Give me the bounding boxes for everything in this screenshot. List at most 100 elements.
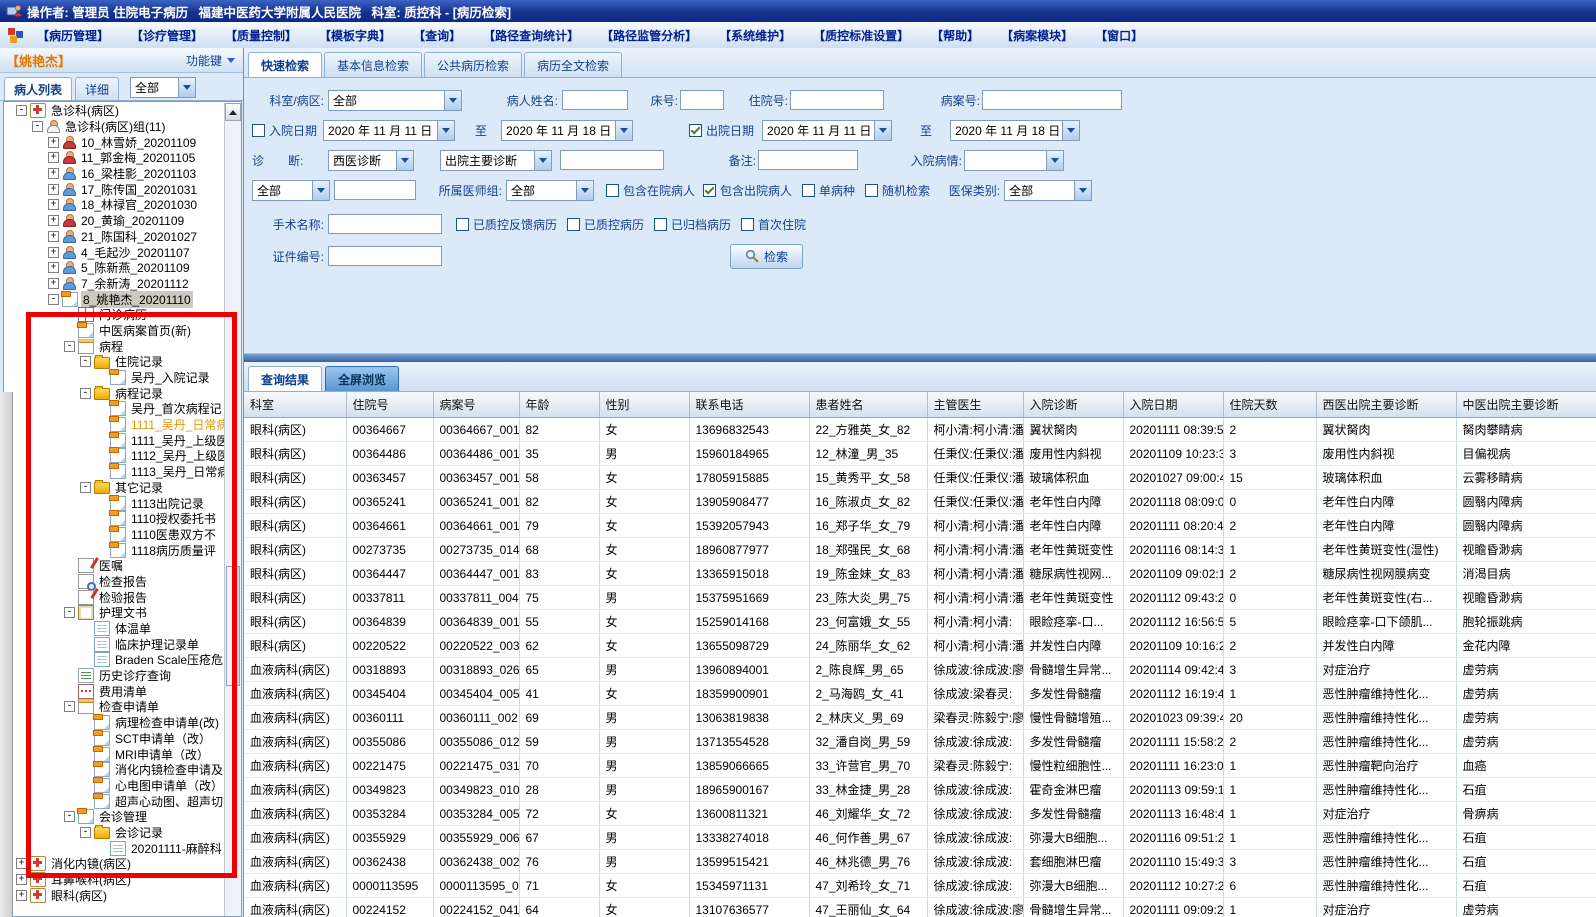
tree-node[interactable]: MRI申请单（改） — [4, 745, 224, 762]
tree-node[interactable]: 检验报告 — [4, 589, 224, 605]
tree-node[interactable]: 临床护理记录单 — [4, 636, 224, 652]
function-key-dropdown[interactable]: 功能键 — [186, 52, 235, 69]
remark-input[interactable] — [758, 150, 858, 170]
tree-node[interactable]: +5_陈新燕_20201109 — [4, 260, 224, 276]
tree-node[interactable]: 超声心动图、超声切 — [4, 792, 224, 809]
chevron-down-icon[interactable] — [874, 120, 892, 140]
tree-node-label[interactable]: 8_姚艳杰_20201110 — [81, 290, 193, 308]
column-header[interactable]: 联系电话 — [689, 392, 810, 418]
tree-node[interactable]: + 眼科(病区) — [4, 887, 224, 903]
column-header[interactable]: 性别 — [599, 392, 690, 418]
row4-text-input[interactable] — [334, 180, 416, 200]
chevron-down-icon[interactable] — [534, 150, 551, 170]
menu-item[interactable]: 【窗口】 — [1095, 27, 1143, 44]
menu-item[interactable]: 【路径查询统计】 — [483, 27, 579, 44]
tree-node-label[interactable]: 耳鼻喉科(病区) — [49, 871, 133, 888]
admit-date-from-select[interactable]: 2020 年 11 月 11 日 — [323, 119, 456, 141]
tree-node-label[interactable]: 1110授权委托书 — [129, 510, 218, 527]
menu-item[interactable]: 【质控标准设置】 — [813, 27, 909, 44]
column-header[interactable]: 西医出院主要诊断 — [1316, 392, 1457, 418]
table-row[interactable]: 血液病科(病区) 00349823 00349823_010 28 男 189659001… — [244, 777, 1596, 802]
tree-node[interactable]: 医嘱 — [4, 558, 224, 574]
scroll-up-button[interactable] — [225, 103, 241, 121]
tree-node-label[interactable]: 门诊病历 — [97, 306, 149, 323]
chevron-down-icon[interactable] — [1062, 120, 1080, 140]
tree-node[interactable]: 心电图申请单（改） — [4, 776, 224, 794]
tree-node[interactable]: 吴丹_入院记录 — [4, 369, 224, 386]
tree-node[interactable]: - 检查申请单 — [4, 699, 224, 715]
chevron-down-icon[interactable] — [1046, 150, 1063, 170]
column-header[interactable]: 主管医生 — [927, 392, 1024, 418]
tree-node-label[interactable]: 1112_吴丹_上级医 — [129, 447, 224, 464]
tab-fulltext-search[interactable]: 病历全文检索 — [524, 52, 623, 77]
menu-item[interactable]: 【病历管理】 — [37, 27, 109, 44]
tree-node[interactable]: - 病程记录 — [4, 385, 224, 401]
discharge-date-checkbox[interactable] — [689, 123, 703, 137]
horizontal-splitter[interactable] — [244, 354, 1596, 362]
tree-node[interactable]: 1113出院记录 — [4, 494, 224, 511]
menu-item[interactable]: 【病案模块】 — [1001, 27, 1073, 44]
record-no-input[interactable] — [982, 90, 1122, 110]
table-row[interactable]: 血液病科(病区) 00355929 00355929_006 67 男 133382740… — [244, 825, 1596, 850]
tree-node-label[interactable]: 体温单 — [113, 620, 153, 637]
random-search-checkbox[interactable] — [865, 183, 879, 197]
patient-filter-select[interactable]: 全部 — [130, 77, 197, 98]
tree-node-label[interactable]: 检验报告 — [97, 589, 149, 606]
tree-node[interactable]: - 8_姚艳杰_20201110 — [4, 290, 224, 308]
tree-node-label[interactable]: 1118病历质量评 — [129, 542, 218, 559]
column-header[interactable]: 住院天数 — [1223, 392, 1317, 418]
expand-toggle[interactable]: + — [48, 136, 59, 148]
tree-node-label[interactable]: 急诊科(病区) — [49, 103, 121, 119]
tree-node-label[interactable]: Braden Scale压疮危 — [113, 651, 224, 668]
tree-node[interactable]: 检查报告 — [4, 573, 224, 591]
expand-toggle[interactable]: + — [48, 277, 59, 289]
tree-node-label[interactable]: 历史诊疗查询 — [97, 667, 173, 684]
table-row[interactable]: 眼科(病区) 00363457 00363457_001 58 女 17805915885… — [244, 465, 1596, 490]
tree-node[interactable]: - 急诊科(病区) — [4, 103, 224, 119]
expand-toggle[interactable]: + — [48, 183, 59, 195]
table-row[interactable]: 血液病科(病区) 00221475 00221475_031 70 男 138590666… — [244, 753, 1596, 778]
tree-node[interactable]: 历史诊疗查询 — [4, 668, 224, 684]
dept-ward-select[interactable]: 全部 — [328, 89, 462, 111]
tree-node-label[interactable]: 7_余新涛_20201112 — [79, 275, 191, 292]
tree-node-label[interactable]: 病理检查申请单(改) — [113, 714, 221, 731]
tree-node[interactable]: 病理检查申请单(改) — [4, 714, 224, 731]
tree-node[interactable]: 消化内镜检查申请及 — [4, 761, 224, 778]
tree-node[interactable]: +10_林雪娇_20201109 — [4, 134, 224, 150]
tree-node[interactable]: +16_梁桂影_20201103 — [4, 166, 224, 182]
collapse-toggle[interactable]: - — [64, 607, 75, 619]
diagnosis-scope-select[interactable]: 出院主要诊断 — [440, 149, 552, 171]
menu-item[interactable]: 【质量控制】 — [225, 27, 297, 44]
tree-node-label[interactable]: 20201111-麻醉科 — [129, 840, 224, 857]
tree-node[interactable]: - 会诊管理 — [4, 808, 224, 825]
tree-node[interactable]: 1113_吴丹_日常病 — [4, 463, 224, 480]
table-row[interactable]: 眼科(病区) 00364486 00364486_001 35 男 15960184965… — [244, 441, 1596, 466]
discharge-date-from-select[interactable]: 2020 年 11 月 11 日 — [762, 119, 893, 141]
tree-node-label[interactable]: 临床护理记录单 — [113, 636, 201, 653]
surgery-name-input[interactable] — [328, 214, 442, 234]
expand-toggle[interactable]: + — [48, 199, 59, 211]
admit-date-to-select[interactable]: 2020 年 11 月 18 日 — [501, 119, 634, 141]
tree-node-label[interactable]: 1111_吴丹_日常病 — [129, 416, 224, 433]
tree-node-label[interactable]: 吴丹_入院记录 — [129, 369, 212, 386]
tree-node[interactable]: - 急诊科(病区)组(11) — [4, 119, 224, 135]
results-table-viewport[interactable]: 科室 住院号 病案号 年龄 性别 联系电话 患者姓名 主管医生 入院诊断 入院日期 住院天数 西医出院… — [244, 392, 1596, 917]
tab-quick-search[interactable]: 快速检索 — [248, 52, 323, 77]
table-row[interactable]: 眼科(病区) 00364839 00364839_001 55 女 15259014168… — [244, 609, 1596, 634]
chevron-down-icon[interactable] — [437, 120, 455, 140]
tree-node[interactable]: +17_陈传国_20201031 — [4, 181, 224, 197]
tree-node-label[interactable]: 18_林禄官_20201030 — [79, 196, 199, 213]
scrollbar-thumb[interactable] — [226, 566, 240, 687]
tree-node-label[interactable]: 20_黄瑜_20201109 — [79, 212, 186, 229]
tree-node[interactable]: SCT申请单（改） — [4, 729, 224, 747]
menu-item[interactable]: 【帮助】 — [931, 27, 979, 44]
tree-node[interactable]: - 病程 — [4, 338, 224, 354]
admit-date-checkbox[interactable] — [252, 123, 265, 137]
tree-node[interactable]: Braden Scale压疮危 — [4, 652, 224, 668]
tab-fullscreen-browse[interactable]: 全屏浏览 — [325, 366, 400, 391]
tree-node-label[interactable]: 其它记录 — [113, 479, 165, 496]
table-row[interactable]: 眼科(病区) 00220522 00220522_003 62 女 13655098729… — [244, 633, 1596, 658]
expand-toggle[interactable]: + — [48, 168, 59, 180]
expand-toggle[interactable]: + — [16, 889, 27, 901]
diagnosis-type-select[interactable]: 西医诊断 — [328, 149, 414, 171]
